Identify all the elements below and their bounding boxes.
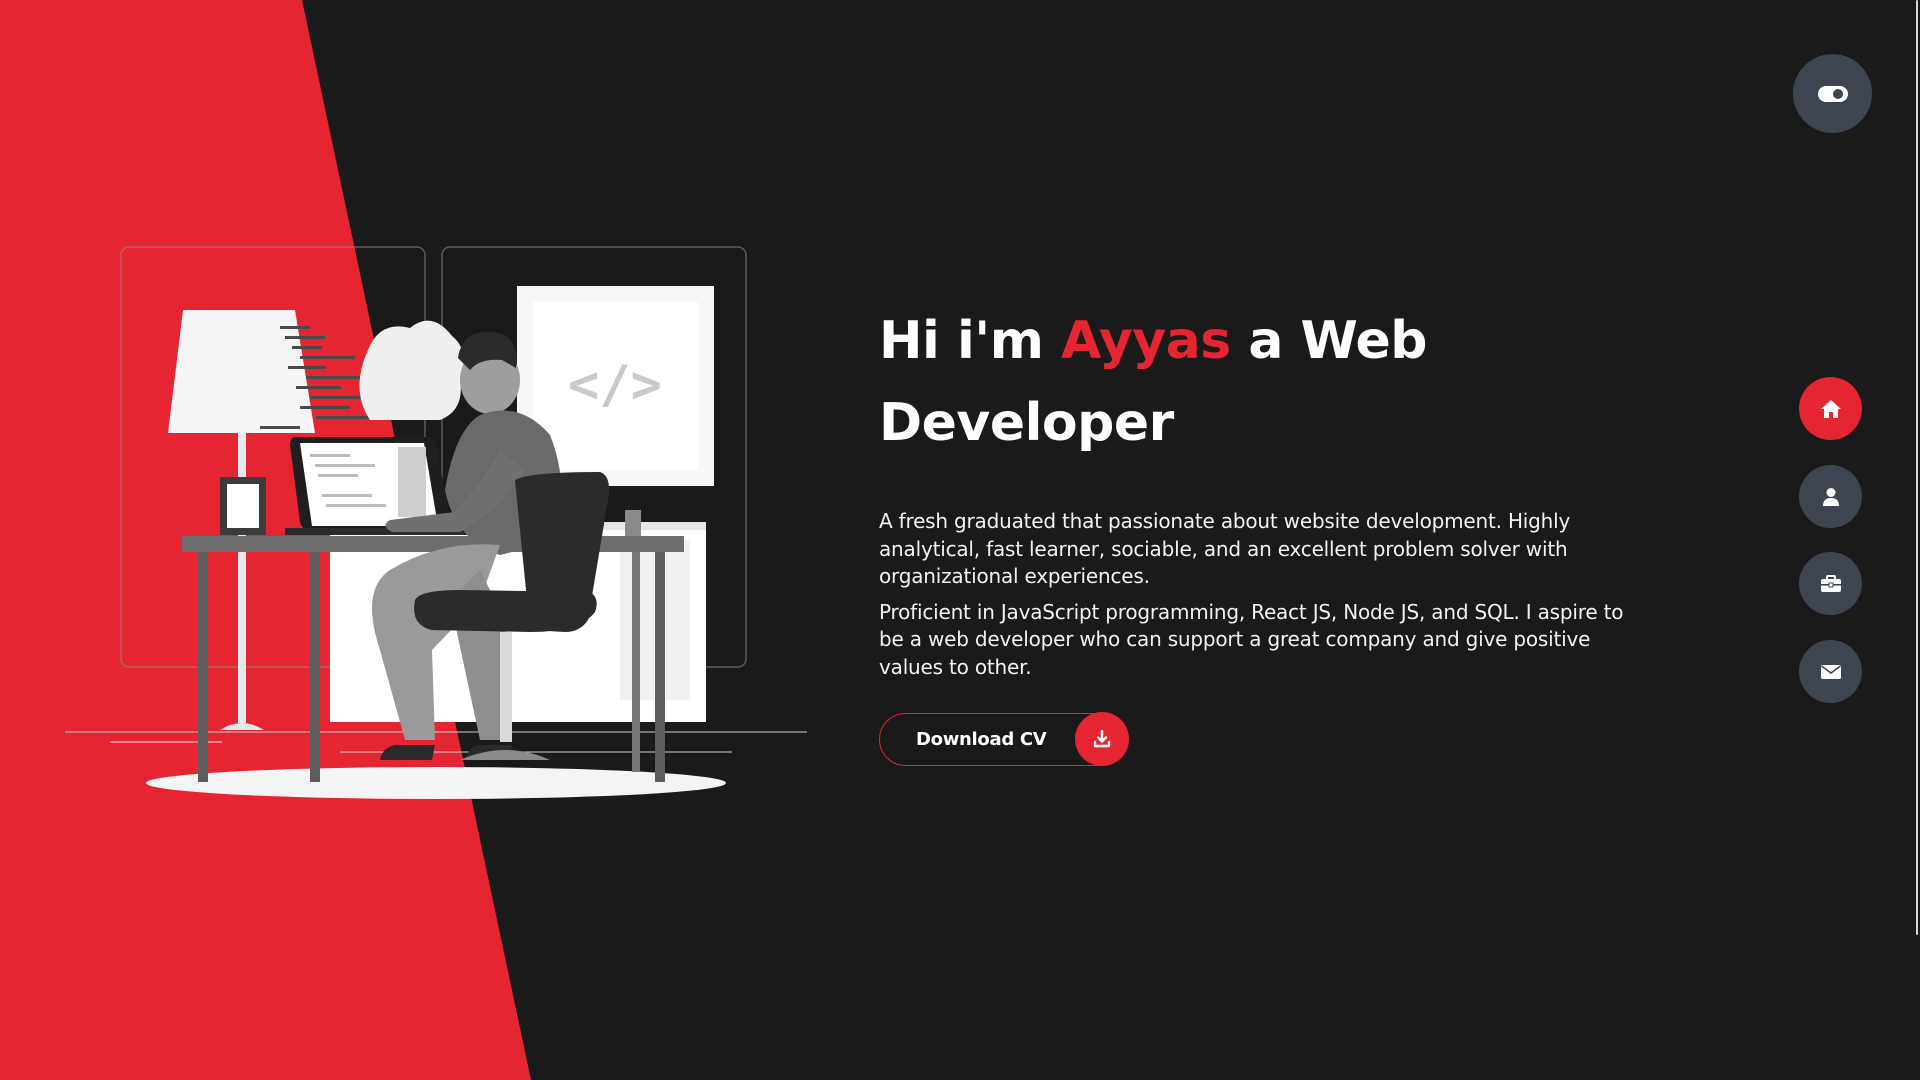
developer-illustration: </> — [65, 246, 807, 799]
download-cv-label: Download CV — [916, 729, 1047, 750]
title-prefix: Hi i'm — [879, 311, 1061, 371]
download-icon — [1075, 712, 1129, 766]
skills-paragraph: Proficient in JavaScript programming, Re… — [879, 599, 1624, 679]
nav-home-button[interactable] — [1799, 377, 1862, 440]
nav-contact-button[interactable] — [1799, 640, 1862, 703]
title-name: Ayyas — [1060, 311, 1231, 371]
nav-about-button[interactable] — [1799, 465, 1862, 528]
hero-section: Hi i'm Ayyas a Web Developer A fresh gra… — [879, 300, 1639, 681]
home-icon — [1820, 399, 1841, 418]
code-symbol-text: </> — [568, 355, 662, 415]
nav-portfolio-button[interactable] — [1799, 552, 1862, 615]
user-icon — [1822, 487, 1839, 506]
hero-title: Hi i'm Ayyas a Web Developer — [879, 300, 1639, 464]
theme-toggle-button[interactable] — [1793, 54, 1872, 133]
page: </> Hi i'm Ayyas a Web Developer A fresh… — [0, 0, 1920, 1080]
toggle-icon — [1817, 85, 1848, 102]
briefcase-icon — [1820, 574, 1841, 592]
envelope-icon — [1820, 664, 1841, 679]
download-cv-button[interactable]: Download CV — [879, 712, 1129, 766]
intro-paragraph: A fresh graduated that passionate about … — [879, 509, 1571, 588]
scrollbar-thumb[interactable] — [1916, 0, 1918, 935]
